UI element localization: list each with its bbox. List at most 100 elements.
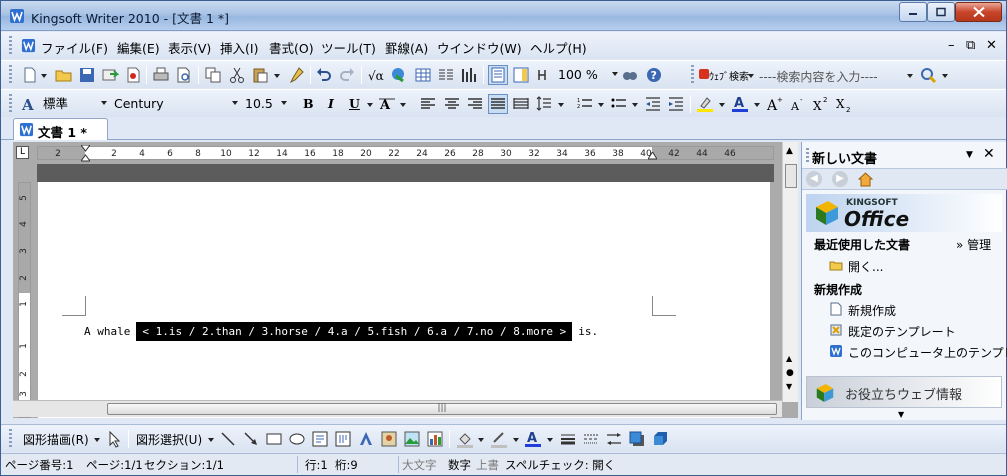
grow-font-icon[interactable]: A + bbox=[766, 95, 784, 113]
show-marks-icon[interactable] bbox=[535, 66, 553, 84]
bullets-icon[interactable] bbox=[610, 95, 628, 113]
undo-icon[interactable] bbox=[315, 66, 333, 84]
print-preview-icon[interactable] bbox=[175, 66, 193, 84]
search-input[interactable]: ----検索内容を入力---- bbox=[759, 68, 909, 85]
forward-icon[interactable]: ▶ bbox=[832, 171, 848, 187]
menu-grip[interactable] bbox=[9, 36, 12, 56]
right-indent-marker-icon[interactable] bbox=[648, 152, 657, 161]
save-icon[interactable] bbox=[78, 66, 96, 84]
equation-icon[interactable]: √α bbox=[367, 66, 385, 84]
pane-grip[interactable] bbox=[806, 148, 809, 162]
web-search-button[interactable]: ｳｪﾌﾞ検索 bbox=[709, 68, 749, 83]
zoom-select[interactable]: 100 % bbox=[558, 65, 620, 85]
character-spacing-icon[interactable]: A bbox=[378, 95, 396, 113]
horizontal-scrollbar[interactable]: ||| bbox=[13, 400, 782, 417]
draw-menu-button[interactable]: 図形描画(R) bbox=[23, 431, 89, 448]
word-choice-dropdown[interactable]: < 1.is / 2.than / 3.horse / 4.a / 5.fish… bbox=[136, 322, 573, 341]
computer-template-link[interactable]: このコンピュータ上のテンプレート. bbox=[848, 344, 1007, 361]
numbering-icon[interactable]: 12 bbox=[576, 95, 594, 113]
select-browse-object-icon[interactable]: ● bbox=[786, 368, 794, 378]
align-right-icon[interactable] bbox=[466, 95, 484, 113]
highlight-icon[interactable] bbox=[696, 95, 714, 113]
toolbar-grip[interactable] bbox=[9, 65, 12, 85]
send-mail-icon[interactable] bbox=[101, 66, 119, 84]
tab-stop-selector[interactable]: L bbox=[16, 146, 29, 159]
toolbar-grip[interactable] bbox=[9, 429, 12, 449]
align-justify-icon[interactable] bbox=[488, 94, 508, 114]
clip-art-icon[interactable] bbox=[380, 430, 398, 448]
italic-button[interactable]: I bbox=[328, 96, 334, 111]
picture-icon[interactable] bbox=[403, 430, 421, 448]
font-color-dropdown-arrow[interactable] bbox=[754, 103, 760, 107]
menu-tools[interactable]: ツール(T) bbox=[321, 38, 376, 57]
vertical-text-box-icon[interactable] bbox=[334, 430, 352, 448]
dash-style-icon[interactable] bbox=[582, 430, 600, 448]
previous-page-icon[interactable]: ▲ bbox=[786, 354, 792, 363]
text-box-icon[interactable] bbox=[311, 430, 329, 448]
spacing-dropdown-arrow[interactable] bbox=[400, 103, 406, 107]
minimize-button[interactable] bbox=[899, 2, 927, 22]
drawing-toolbar-icon[interactable] bbox=[460, 66, 478, 84]
next-page-icon[interactable]: ▼ bbox=[786, 382, 792, 391]
select-objects-icon[interactable] bbox=[106, 430, 124, 448]
superscript-icon[interactable]: X2 bbox=[812, 95, 830, 113]
toolbar-grip[interactable] bbox=[9, 94, 12, 114]
pane-close-icon[interactable]: ✕ bbox=[983, 146, 995, 162]
menu-window[interactable]: ウインドウ(W) bbox=[437, 38, 522, 57]
align-center-icon[interactable] bbox=[443, 95, 461, 113]
new-dropdown-arrow[interactable] bbox=[41, 74, 47, 78]
draw-font-color-icon[interactable]: A bbox=[524, 430, 542, 448]
menu-view[interactable]: 表示(V) bbox=[168, 38, 211, 57]
status-overwrite[interactable]: 上書 bbox=[476, 457, 499, 473]
redo-icon[interactable] bbox=[338, 66, 356, 84]
tab-document-1[interactable]: 文書 1 * bbox=[13, 118, 108, 140]
maximize-button[interactable] bbox=[927, 2, 955, 22]
subscript-icon[interactable]: X2 bbox=[835, 95, 853, 113]
toolbar-grip[interactable] bbox=[691, 65, 694, 85]
horizontal-scroll-thumb[interactable]: ||| bbox=[107, 403, 777, 415]
find-icon[interactable] bbox=[621, 66, 639, 84]
pane-expand-arrow-icon[interactable]: ▼ bbox=[898, 410, 904, 419]
indent-marker-icon[interactable] bbox=[81, 145, 90, 162]
paste-dropdown-arrow[interactable] bbox=[274, 74, 280, 78]
menu-insert[interactable]: 挿入(I) bbox=[220, 38, 258, 57]
distributed-align-icon[interactable] bbox=[512, 95, 530, 113]
document-map-icon[interactable] bbox=[488, 65, 508, 85]
document-icon[interactable] bbox=[21, 38, 36, 53]
new-document-icon[interactable] bbox=[21, 66, 39, 84]
task-pane-icon[interactable] bbox=[512, 66, 530, 84]
open-folder-icon[interactable] bbox=[55, 66, 73, 84]
scroll-up-icon[interactable]: ▲ bbox=[786, 146, 793, 156]
status-caps[interactable]: 大文字 bbox=[402, 457, 437, 473]
new-document-link[interactable]: 新規作成 bbox=[848, 302, 896, 319]
numbering-dropdown-arrow[interactable] bbox=[598, 103, 604, 107]
line-color-icon[interactable] bbox=[490, 430, 508, 448]
vertical-ruler[interactable]: 5 4 3 2 1 1 2 3 bbox=[18, 182, 31, 418]
decrease-indent-icon[interactable] bbox=[644, 95, 662, 113]
line-color-arrow[interactable] bbox=[513, 438, 519, 442]
bullets-dropdown-arrow[interactable] bbox=[632, 103, 638, 107]
web-info-panel[interactable]: お役立ちウェブ情報 bbox=[806, 376, 1002, 408]
highlight-dropdown-arrow[interactable] bbox=[719, 103, 725, 107]
status-num[interactable]: 数字 bbox=[448, 457, 471, 473]
menu-edit[interactable]: 編集(E) bbox=[117, 38, 160, 57]
font-size-select[interactable]: 10.5 bbox=[245, 94, 289, 114]
hyperlink-icon[interactable] bbox=[390, 66, 408, 84]
search-dropdown-arrow[interactable] bbox=[907, 74, 913, 78]
manage-link[interactable]: » 管理 bbox=[956, 236, 991, 253]
line-icon[interactable] bbox=[219, 430, 237, 448]
table-icon[interactable] bbox=[414, 66, 432, 84]
draw-menu-arrow[interactable] bbox=[94, 438, 100, 442]
bold-button[interactable]: B bbox=[303, 96, 314, 111]
cut-icon[interactable] bbox=[228, 66, 246, 84]
rectangle-icon[interactable] bbox=[265, 430, 283, 448]
fill-color-arrow[interactable] bbox=[478, 438, 484, 442]
copy-format-icon[interactable] bbox=[204, 66, 222, 84]
default-template-link[interactable]: 既定のテンプレート bbox=[848, 323, 956, 340]
doc-restore-button[interactable]: ⧉ bbox=[966, 38, 975, 53]
search-options-arrow[interactable] bbox=[942, 74, 948, 78]
print-icon[interactable] bbox=[152, 66, 170, 84]
draw-font-color-arrow[interactable] bbox=[547, 438, 553, 442]
shape-select-arrow[interactable] bbox=[208, 438, 214, 442]
format-painter-icon[interactable] bbox=[287, 66, 305, 84]
